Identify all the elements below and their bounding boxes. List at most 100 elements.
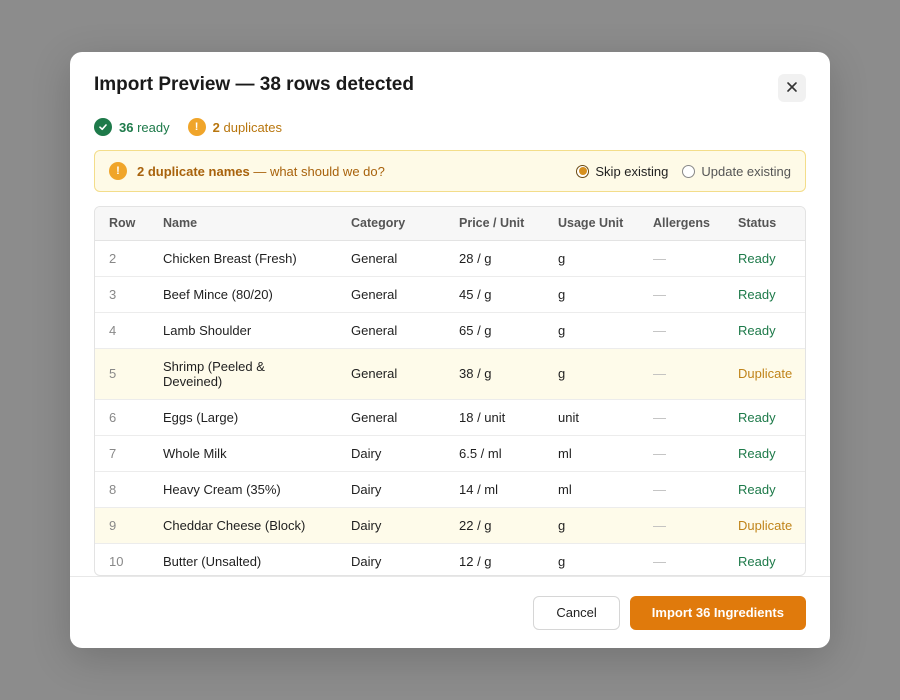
radio-unchecked-icon[interactable]	[682, 164, 696, 178]
table-row: 4 Lamb Shoulder General 65 / g g — Ready	[95, 312, 805, 349]
cell-name: Eggs (Large)	[149, 399, 337, 436]
cell-row: 10	[95, 543, 149, 575]
table-header-row: Row Name Category Price / Unit Usage Uni…	[95, 207, 805, 241]
cell-unit: g	[544, 240, 639, 277]
cell-allergens: —	[639, 471, 724, 508]
update-existing-radio[interactable]: Update existing	[682, 164, 791, 179]
cell-status: Ready	[724, 399, 805, 436]
cell-name: Heavy Cream (35%)	[149, 471, 337, 508]
cell-category: Dairy	[337, 471, 445, 508]
cell-category: Dairy	[337, 435, 445, 472]
cell-row: 7	[95, 435, 149, 472]
col-header-allergens: Allergens	[639, 207, 724, 241]
cell-price: 18 / unit	[445, 399, 544, 436]
cell-name: Whole Milk	[149, 435, 337, 472]
cell-status: Ready	[724, 276, 805, 313]
warning-icon: !	[109, 162, 127, 180]
cell-category: General	[337, 312, 445, 349]
col-header-price: Price / Unit	[445, 207, 544, 241]
cell-unit: ml	[544, 471, 639, 508]
cell-price: 28 / g	[445, 240, 544, 277]
cell-price: 45 / g	[445, 276, 544, 313]
warning-icon: !	[187, 118, 206, 136]
duplicate-warning-banner: ! 2 duplicate names — what should we do?…	[94, 150, 806, 192]
banner-text: — what should we do?	[249, 163, 385, 179]
cell-allergens: —	[639, 348, 724, 400]
cell-status: Duplicate	[724, 348, 805, 400]
duplicate-label: duplicates	[223, 119, 283, 135]
duplicate-action-radio-group: Skip existing Update existing	[576, 164, 791, 179]
col-header-usage-unit: Usage Unit	[544, 207, 639, 241]
cell-status: Ready	[724, 312, 805, 349]
preview-table-container[interactable]: Row Name Category Price / Unit Usage Uni…	[94, 206, 806, 576]
import-preview-modal: Import Preview — 38 rows detected 36 rea…	[70, 52, 830, 648]
cell-unit: g	[544, 507, 639, 544]
table-row: 8 Heavy Cream (35%) Dairy 14 / ml ml — R…	[95, 471, 805, 508]
table-row-duplicate: 5 Shrimp (Peeled & Deveined) General 38 …	[95, 348, 805, 400]
cell-status: Ready	[724, 543, 805, 575]
cell-name: Cheddar Cheese (Block)	[149, 507, 337, 544]
cell-allergens: —	[639, 312, 724, 349]
modal-footer: Cancel Import 36 Ingredients	[70, 576, 830, 648]
cell-allergens: —	[639, 507, 724, 544]
cell-status: Duplicate	[724, 507, 805, 544]
ready-count: 36	[119, 119, 134, 135]
modal-title: Import Preview — 38 rows detected	[94, 74, 414, 95]
cell-row: 4	[95, 312, 149, 349]
cell-category: General	[337, 240, 445, 277]
ready-summary: 36 ready	[94, 118, 170, 136]
import-summary: 36 ready ! 2 duplicates	[94, 118, 282, 136]
cell-unit: g	[544, 312, 639, 349]
preview-table: Row Name Category Price / Unit Usage Uni…	[95, 207, 805, 575]
cell-category: Dairy	[337, 543, 445, 575]
cancel-button[interactable]: Cancel	[533, 595, 620, 630]
cell-unit: g	[544, 276, 639, 313]
cell-name: Shrimp (Peeled & Deveined)	[149, 348, 337, 400]
cell-category: General	[337, 399, 445, 436]
table-row-duplicate: 9 Cheddar Cheese (Block) Dairy 22 / g g …	[95, 507, 805, 544]
skip-existing-label: Skip existing	[595, 163, 669, 179]
cell-unit: g	[544, 348, 639, 400]
close-icon	[786, 81, 798, 96]
table-row: 7 Whole Milk Dairy 6.5 / ml ml — Ready	[95, 435, 805, 472]
banner-message: 2 duplicate names — what should we do?	[137, 164, 385, 179]
check-icon	[94, 118, 112, 136]
update-existing-label: Update existing	[701, 163, 791, 179]
cell-status: Ready	[724, 435, 805, 472]
cell-name: Butter (Unsalted)	[149, 543, 337, 575]
cell-name: Beef Mince (80/20)	[149, 276, 337, 313]
cell-unit: unit	[544, 399, 639, 436]
table-row: 3 Beef Mince (80/20) General 45 / g g — …	[95, 276, 805, 313]
col-header-name: Name	[149, 207, 337, 241]
table-row: 2 Chicken Breast (Fresh) General 28 / g …	[95, 240, 805, 277]
table-row: 6 Eggs (Large) General 18 / unit unit — …	[95, 399, 805, 436]
cell-name: Lamb Shoulder	[149, 312, 337, 349]
cell-row: 6	[95, 399, 149, 436]
banner-bold-text: 2 duplicate names	[137, 163, 250, 179]
col-header-row: Row	[95, 207, 149, 241]
cell-unit: g	[544, 543, 639, 575]
cell-allergens: —	[639, 399, 724, 436]
cell-row: 5	[95, 348, 149, 400]
cell-status: Ready	[724, 471, 805, 508]
cell-allergens: —	[639, 276, 724, 313]
duplicate-count: 2	[212, 119, 220, 135]
cell-allergens: —	[639, 543, 724, 575]
cell-unit: ml	[544, 435, 639, 472]
table-row: 10 Butter (Unsalted) Dairy 12 / g g — Re…	[95, 543, 805, 575]
radio-checked-icon[interactable]	[576, 164, 590, 178]
cell-price: 12 / g	[445, 543, 544, 575]
col-header-status: Status	[724, 207, 805, 241]
col-header-category: Category	[337, 207, 445, 241]
close-button[interactable]	[778, 74, 806, 102]
cell-category: Dairy	[337, 507, 445, 544]
cell-price: 22 / g	[445, 507, 544, 544]
cell-row: 8	[95, 471, 149, 508]
skip-existing-radio[interactable]: Skip existing	[576, 164, 668, 179]
cell-row: 2	[95, 240, 149, 277]
cell-status: Ready	[724, 240, 805, 277]
cell-category: General	[337, 348, 445, 400]
import-button[interactable]: Import 36 Ingredients	[629, 595, 806, 630]
cell-price: 6.5 / ml	[445, 435, 544, 472]
ready-label: ready	[137, 119, 170, 135]
